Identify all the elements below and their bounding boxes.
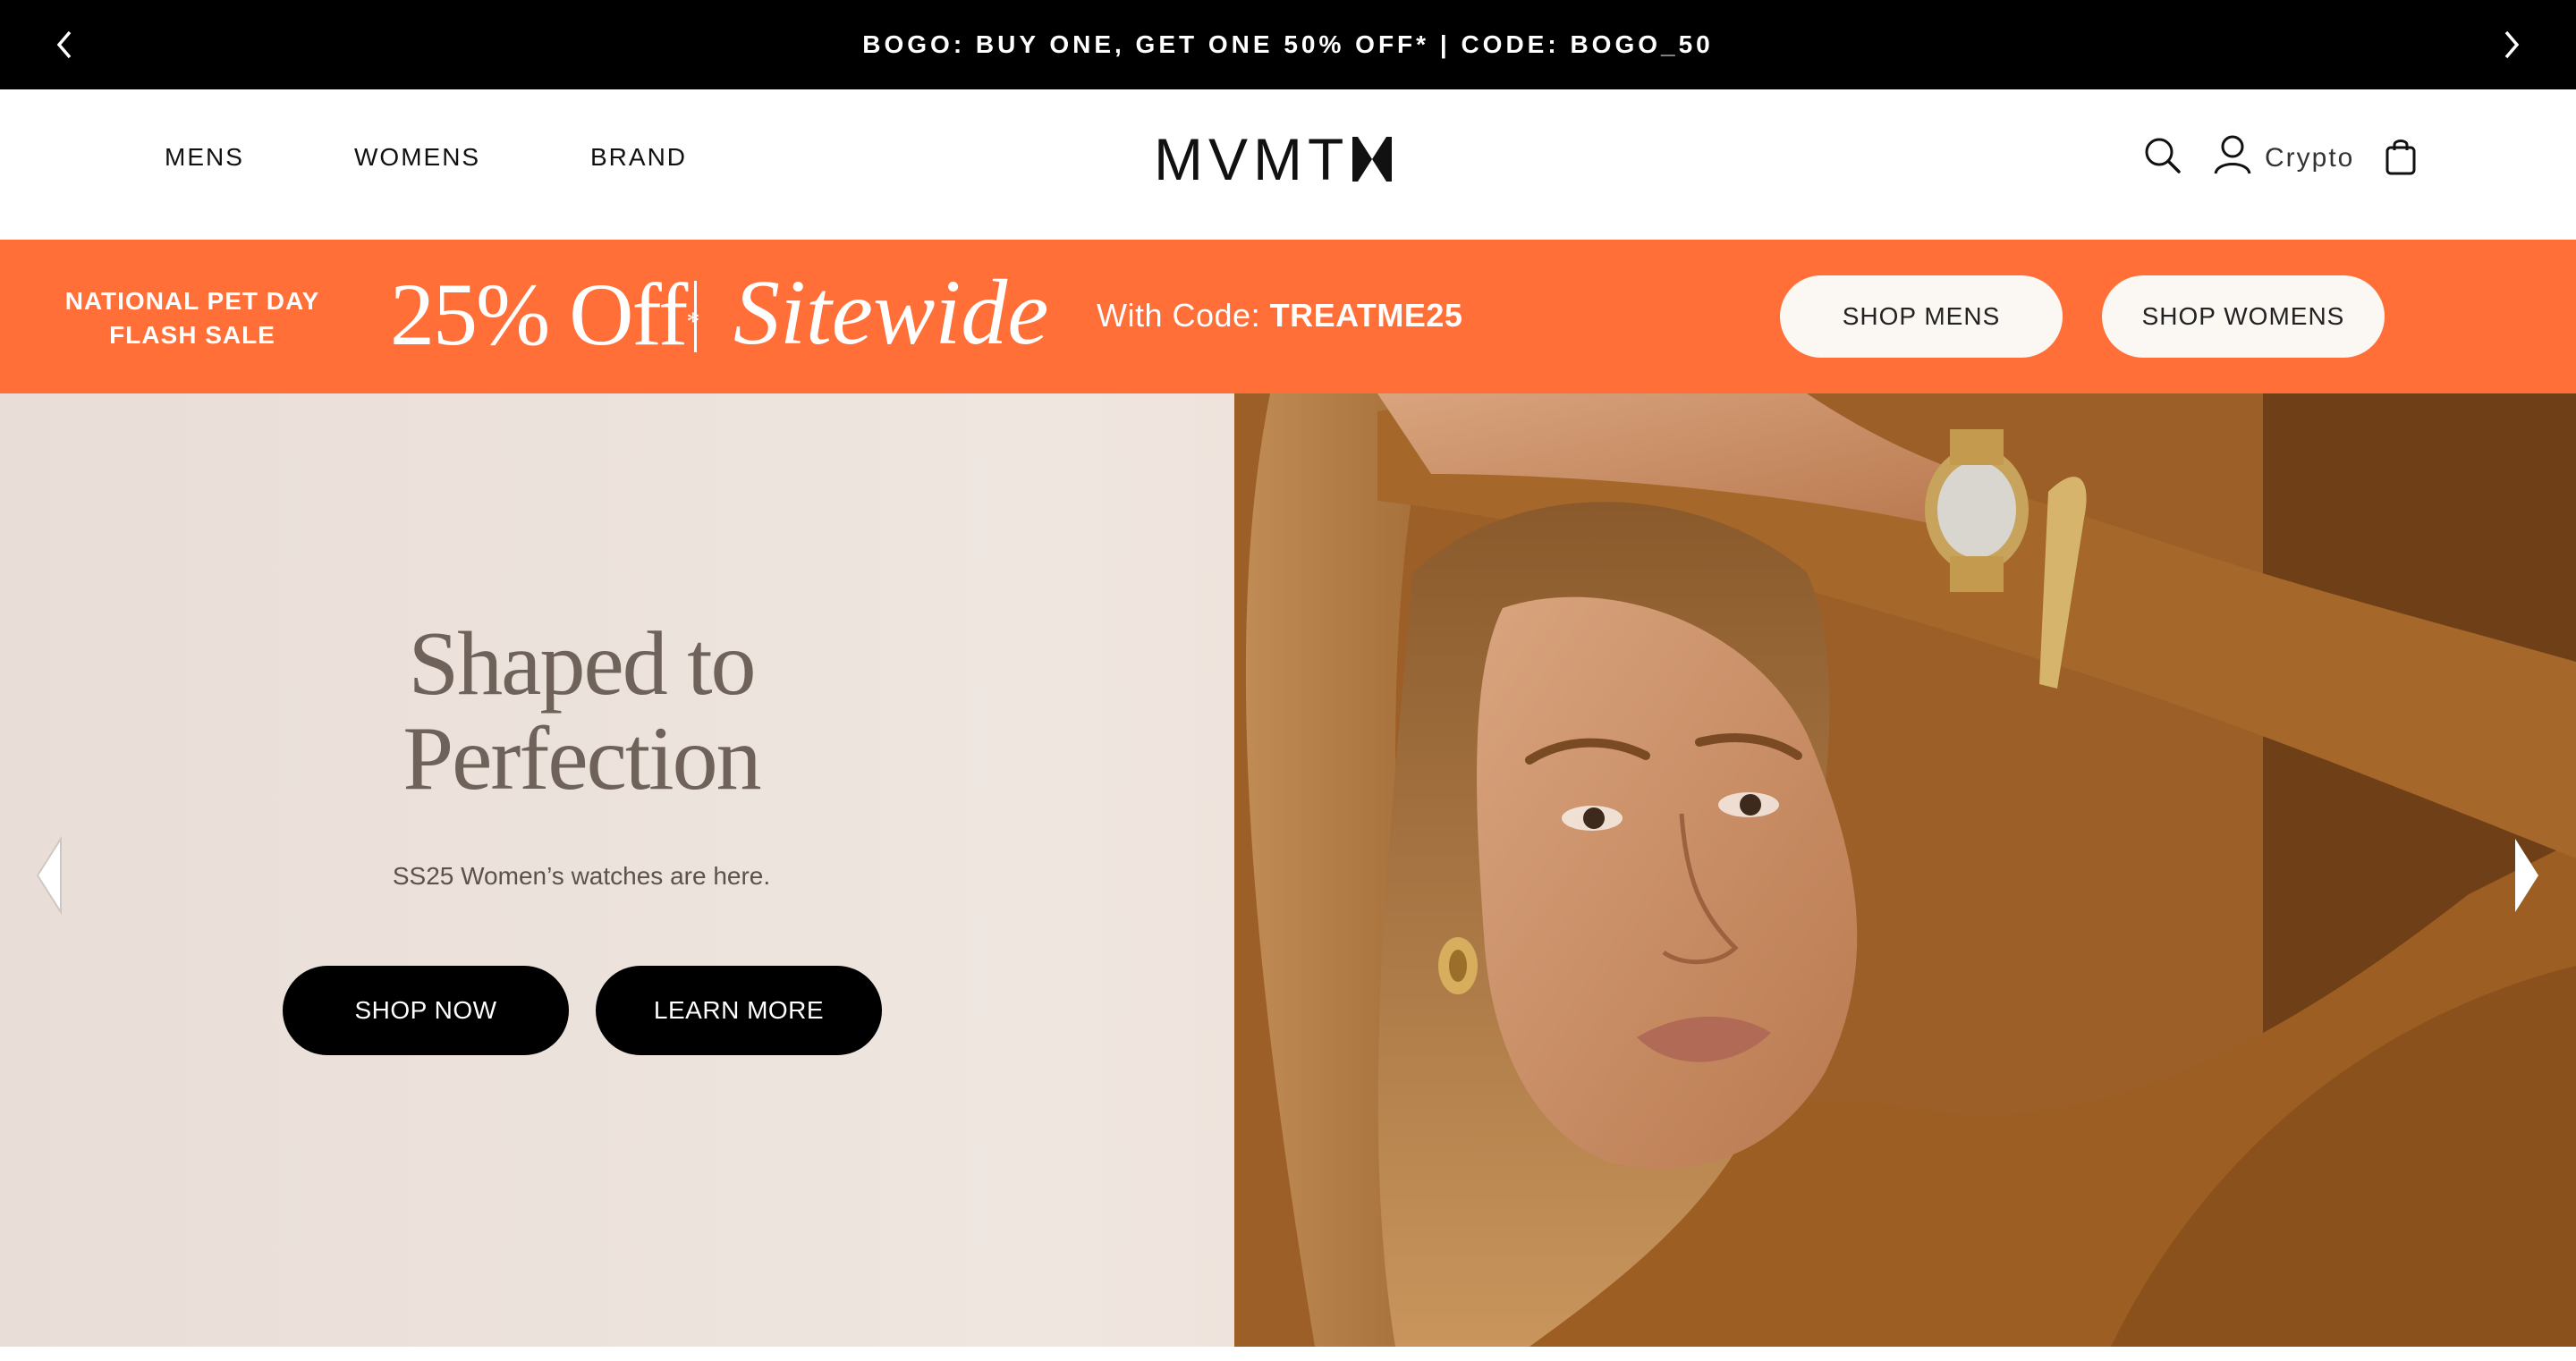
promo-discount: 25% Off* <box>390 270 699 359</box>
hero-title-line2: Perfection <box>402 708 761 809</box>
announcement-next-button[interactable] <box>2492 25 2531 64</box>
promo-code-text: With Code: TREATME25 <box>1097 297 1462 334</box>
announcement-bar: BOGO: BUY ONE, GET ONE 50% OFF* | CODE: … <box>0 0 2576 89</box>
promo-banner: NATIONAL PET DAY FLASH SALE 25% Off* Sit… <box>0 240 2576 393</box>
shopping-bag-icon[interactable] <box>2385 138 2417 175</box>
hero-carousel: Shaped to Perfection SS25 Women’s watche… <box>0 393 2576 1347</box>
page: BOGO: BUY ONE, GET ONE 50% OFF* | CODE: … <box>0 0 2576 1361</box>
learn-more-button[interactable]: LEARN MORE <box>596 966 882 1055</box>
shop-mens-button[interactable]: SHOP MENS <box>1780 275 2063 358</box>
nav-item-brand[interactable]: BRAND <box>590 143 687 172</box>
shop-womens-button[interactable]: SHOP WOMENS <box>2102 275 2385 358</box>
chevron-left-icon <box>56 30 72 59</box>
carousel-next-icon[interactable] <box>2510 835 2542 916</box>
hero-image <box>1234 393 2576 1347</box>
hero-subtitle: SS25 Women’s watches are here. <box>392 862 771 890</box>
logo-text: MVMT <box>1154 126 1350 192</box>
promo-code-prefix: With Code: <box>1097 297 1270 334</box>
promo-flash-line1: NATIONAL PET DAY <box>64 287 320 315</box>
user-icon[interactable] <box>2213 134 2252 175</box>
chevron-right-icon <box>2504 30 2520 59</box>
promo-sitewide: Sitewide <box>733 261 1049 364</box>
promo-flash-line2: FLASH SALE <box>109 321 275 349</box>
brand-logo[interactable]: MVMT <box>1154 126 1404 192</box>
promo-flash-label: NATIONAL PET DAY FLASH SALE <box>63 284 322 352</box>
logo-mark-icon <box>1352 137 1393 182</box>
promo-code-value: TREATME25 <box>1269 297 1463 334</box>
hero-title: Shaped to Perfection <box>340 617 823 807</box>
announcement-prev-button[interactable] <box>45 25 84 64</box>
promo-discount-text: 25% Off <box>390 265 688 364</box>
crypto-link[interactable]: Crypto <box>2265 143 2354 173</box>
promo-divider <box>694 281 697 352</box>
page-bottom-strip <box>0 1347 2576 1361</box>
carousel-prev-icon[interactable] <box>34 835 66 916</box>
announcement-text[interactable]: BOGO: BUY ONE, GET ONE 50% OFF* | CODE: … <box>862 30 1713 59</box>
site-header: MENS WOMENS BRAND MVMT Crypto <box>0 89 2576 240</box>
shop-now-button[interactable]: SHOP NOW <box>283 966 569 1055</box>
nav-item-womens[interactable]: WOMENS <box>354 143 480 172</box>
search-icon[interactable] <box>2143 136 2182 175</box>
hero-title-line1: Shaped to <box>408 613 756 714</box>
nav-item-mens[interactable]: MENS <box>165 143 244 172</box>
